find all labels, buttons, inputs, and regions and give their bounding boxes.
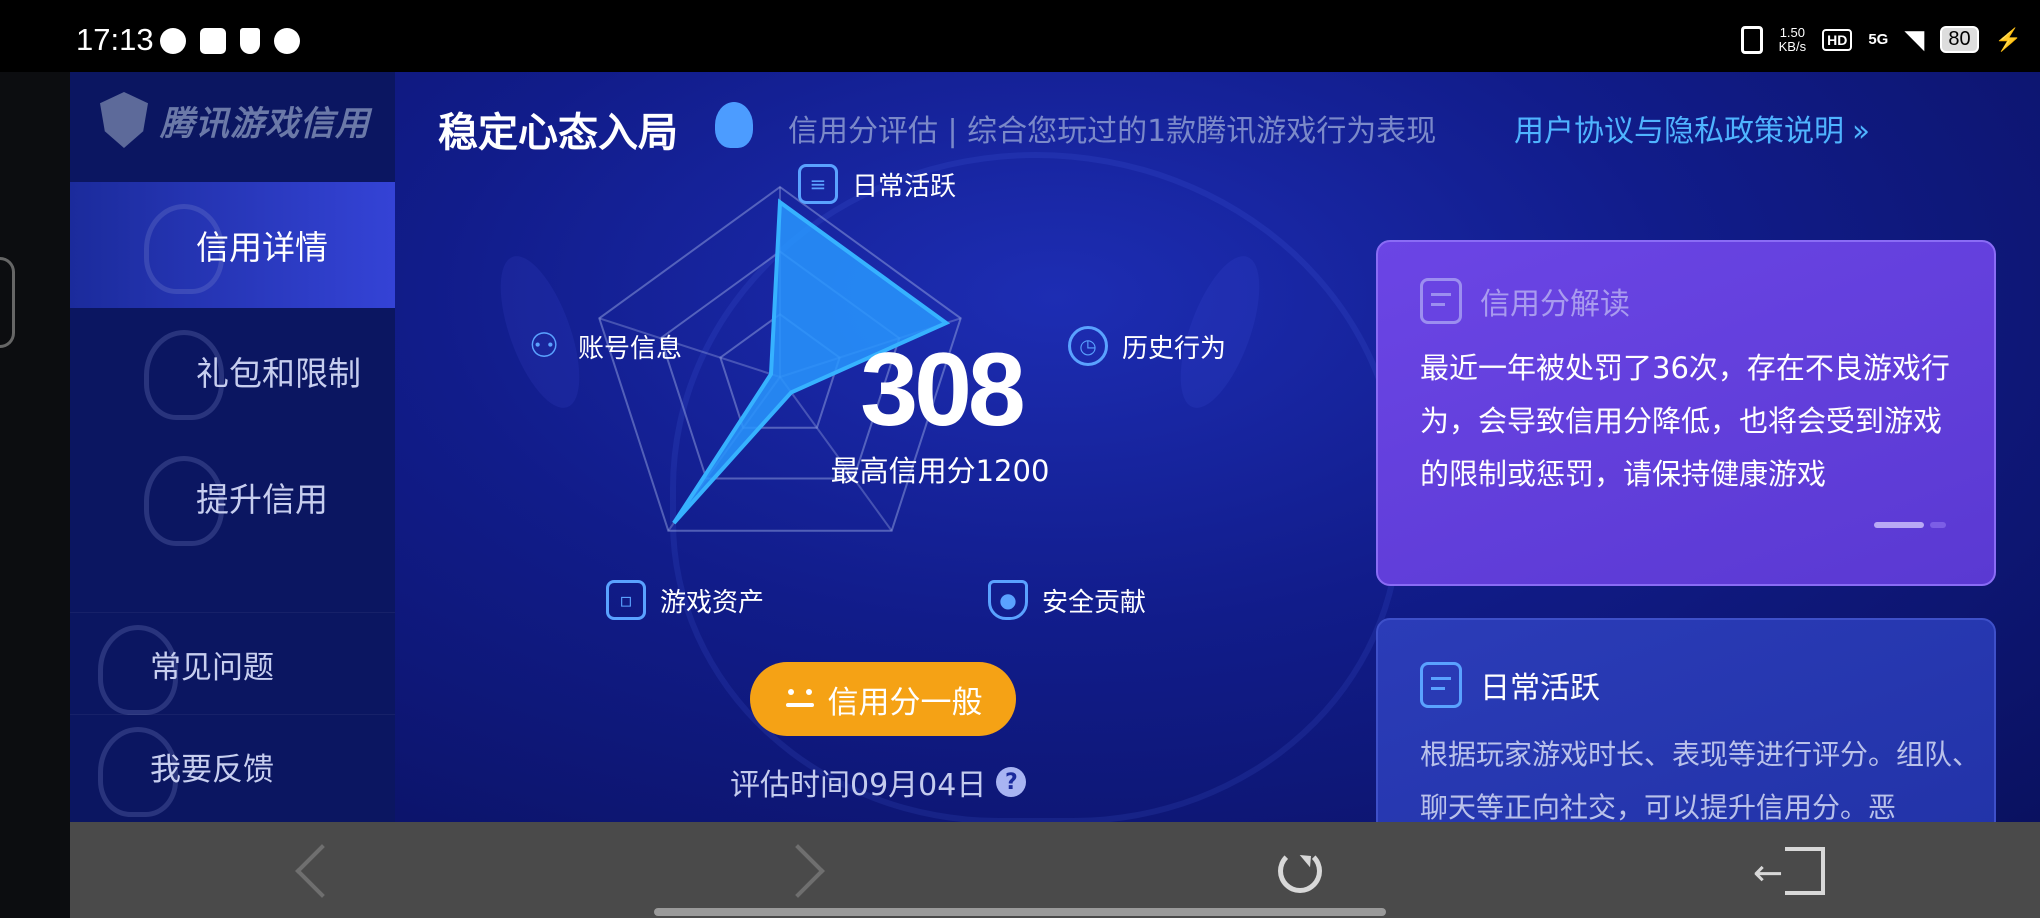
chevron-left-icon	[295, 844, 349, 898]
home-indicator[interactable]	[654, 908, 1386, 916]
logo-shield-icon	[100, 92, 148, 148]
sidebar-item-credit-detail[interactable]: 信用详情	[70, 182, 395, 308]
shield-notification-icon	[240, 28, 260, 54]
carousel-dot-active	[1874, 522, 1924, 528]
sidebar-item-label: 我要反馈	[150, 751, 274, 788]
status-time: 17:13	[76, 22, 154, 57]
help-icon[interactable]: ?	[996, 767, 1027, 797]
radar-label-security: ● 安全贡献	[988, 580, 1146, 620]
neutral-face-icon	[784, 689, 816, 709]
page-subtitle: 信用分评估 | 综合您玩过的1款腾讯游戏行为表现	[788, 114, 1437, 149]
sidebar-item-label: 信用详情	[196, 228, 328, 267]
page-title: 稳定心态入局	[438, 110, 678, 156]
radar-label-text: 账号信息	[578, 333, 683, 364]
exit-button[interactable]	[1753, 836, 1840, 906]
max-score-text: 最高信用分1200	[830, 454, 1050, 488]
card-body: 根据玩家游戏时长、表现等进行评分。组队、聊天等正向社交，可以提升信用分。恶	[1420, 738, 1981, 822]
charging-icon: ⚡	[1994, 26, 2022, 52]
vibrate-icon	[1740, 25, 1763, 54]
sidebar-item-label: 提升信用	[196, 480, 328, 519]
status-bar: 17:13 1.50 KB/s HD 5G ◥ 80 ⚡	[0, 0, 2040, 72]
browser-nav-bar	[70, 822, 2040, 918]
logo: 腾讯游戏信用	[100, 92, 370, 148]
evaluation-time-text: 评估时间09月04日	[730, 768, 987, 803]
refresh-button[interactable]	[1265, 836, 1335, 906]
qq-penguin-icon	[715, 102, 753, 148]
app-notification-icon	[160, 28, 186, 54]
credit-interpret-card: 信用分解读 最近一年被处罚了36次，存在不良游戏行为，会导致信用分降低，也将会受…	[1376, 240, 1996, 586]
card-title: 日常活跃	[1480, 671, 1600, 706]
credit-level-text: 信用分一般	[827, 684, 983, 721]
exit-icon	[1753, 847, 1825, 895]
radar-label-daily: ≡ 日常活跃	[798, 164, 956, 204]
carousel-dot	[1930, 522, 1946, 528]
radar-label-text: 游戏资产	[660, 587, 765, 618]
radar-label-text: 日常活跃	[852, 171, 957, 202]
daily-active-card: 日常活跃 根据玩家游戏时长、表现等进行评分。组队、聊天等正向社交，可以提升信用分…	[1376, 618, 1996, 822]
refresh-icon	[1278, 849, 1322, 893]
signal-5g-icon: 5G	[1868, 31, 1889, 48]
chevron-right-icon	[771, 844, 825, 898]
wifi-icon: ◥	[1904, 24, 1925, 54]
sidebar-item-faq[interactable]: 常见问题	[70, 612, 395, 715]
user-icon: ⚇	[528, 326, 560, 366]
sidebar-item-feedback[interactable]: 我要反馈	[70, 714, 395, 817]
hd-icon: HD	[1822, 28, 1853, 51]
logo-text: 腾讯游戏信用	[160, 103, 370, 144]
document-icon	[1420, 278, 1462, 324]
mail-icon	[200, 28, 226, 54]
wallet-icon: ▫	[606, 580, 646, 620]
card-title: 信用分解读	[1480, 287, 1630, 322]
sidebar-item-label: 礼包和限制	[196, 354, 361, 393]
evaluation-time: 评估时间09月04日 ?	[730, 760, 1027, 804]
double-chevron-icon: ››	[1852, 114, 1870, 149]
agreement-link[interactable]: 用户协议与隐私政策说明 ››	[1514, 106, 1870, 150]
radar-label-text: 历史行为	[1122, 333, 1227, 364]
radar-label-account: ⚇ 账号信息	[524, 326, 682, 366]
chat-notification-icon	[274, 28, 300, 54]
card-body: 最近一年被处罚了36次，存在不良游戏行为，会导致信用分降低，也将会受到游戏的限制…	[1420, 351, 1950, 491]
document-icon: ≡	[798, 164, 838, 204]
network-speed: 1.50 KB/s	[1778, 24, 1807, 54]
screen-edge	[0, 72, 70, 918]
radar-label-assets: ▫ 游戏资产	[606, 580, 764, 620]
document-icon	[1420, 662, 1462, 708]
forward-button[interactable]	[770, 836, 840, 906]
credit-level-badge: 信用分一般	[750, 662, 1016, 736]
sidebar: 腾讯游戏信用 信用详情 礼包和限制 提升信用 常见问题 我要反馈	[70, 72, 395, 822]
credit-app: 腾讯游戏信用 信用详情 礼包和限制 提升信用 常见问题 我要反馈 稳定心态入局 …	[70, 72, 2040, 822]
edge-handle[interactable]	[0, 257, 15, 348]
sidebar-item-label: 常见问题	[150, 649, 274, 686]
radar-label-text: 安全贡献	[1042, 587, 1147, 618]
sidebar-item-gifts-limits[interactable]: 礼包和限制	[70, 308, 395, 434]
battery-icon: 80	[1940, 26, 1979, 53]
sidebar-item-improve-credit[interactable]: 提升信用	[70, 434, 395, 560]
shield-icon: ●	[988, 580, 1028, 620]
carousel-indicator	[1874, 522, 1946, 528]
back-button[interactable]	[280, 836, 350, 906]
credit-score: 308	[860, 332, 1026, 448]
